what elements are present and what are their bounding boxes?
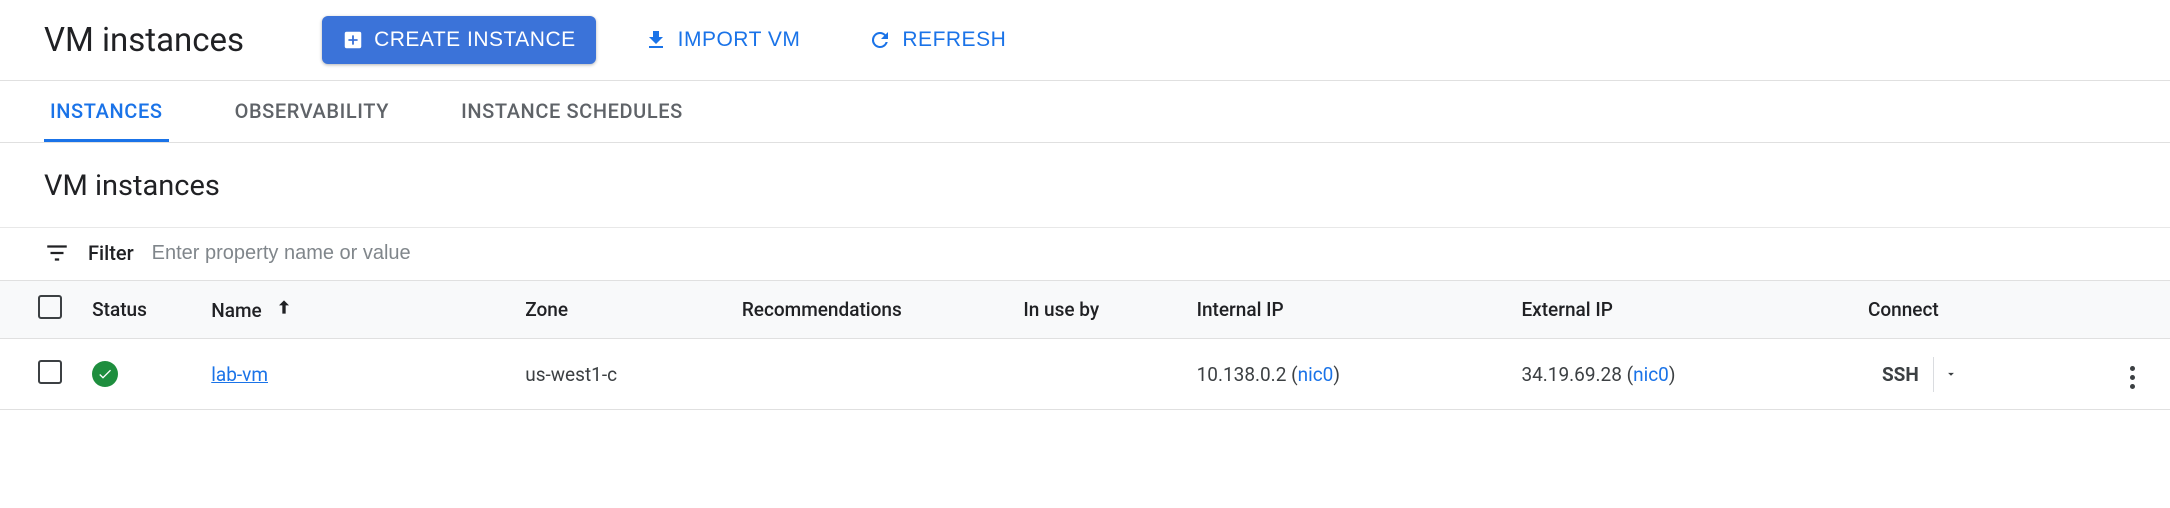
column-header-name[interactable]: Name	[199, 281, 513, 339]
import-icon	[644, 28, 668, 52]
refresh-button[interactable]: REFRESH	[848, 16, 1026, 64]
refresh-label: REFRESH	[902, 28, 1006, 52]
cell-internal-ip: 10.138.0.2 (nic0)	[1185, 339, 1510, 410]
select-all-checkbox[interactable]	[38, 295, 62, 319]
ssh-button[interactable]: SSH	[1868, 357, 1933, 392]
column-header-zone[interactable]: Zone	[513, 281, 730, 339]
column-header-external-ip[interactable]: External IP	[1509, 281, 1856, 339]
tab-instances[interactable]: INSTANCES	[44, 81, 169, 142]
page-title: VM instances	[44, 21, 244, 60]
cell-external-ip: 34.19.69.28 (nic0)	[1509, 339, 1856, 410]
status-running-icon	[92, 361, 118, 387]
section-title: VM instances	[0, 143, 2170, 227]
create-instance-button[interactable]: CREATE INSTANCE	[322, 16, 596, 64]
instance-name-link[interactable]: lab-vm	[211, 363, 268, 386]
import-vm-button[interactable]: IMPORT VM	[624, 16, 821, 64]
column-header-status[interactable]: Status	[80, 281, 199, 339]
table-row: lab-vm us-west1-c 10.138.0.2 (nic0) 34.1…	[0, 339, 2170, 410]
ssh-dropdown-button[interactable]	[1933, 357, 1968, 392]
tabs: INSTANCES OBSERVABILITY INSTANCE SCHEDUL…	[0, 81, 2170, 142]
cell-in-use-by	[1011, 339, 1184, 410]
cell-zone: us-west1-c	[513, 339, 730, 410]
sort-ascending-icon	[274, 297, 294, 322]
filter-label: Filter	[88, 241, 134, 265]
external-ip-value: 34.19.69.28	[1521, 363, 1621, 386]
cell-recommendations	[730, 339, 1012, 410]
internal-nic-link[interactable]: nic0	[1298, 363, 1334, 386]
caret-down-icon	[1944, 367, 1958, 381]
create-instance-label: CREATE INSTANCE	[374, 28, 576, 52]
internal-ip-value: 10.138.0.2	[1197, 363, 1287, 386]
column-header-recommendations[interactable]: Recommendations	[730, 281, 1012, 339]
column-header-in-use-by[interactable]: In use by	[1011, 281, 1184, 339]
row-checkbox[interactable]	[38, 360, 62, 384]
filter-icon[interactable]	[44, 240, 70, 266]
add-box-icon	[342, 29, 364, 51]
tab-instance-schedules[interactable]: INSTANCE SCHEDULES	[455, 81, 689, 142]
column-header-internal-ip[interactable]: Internal IP	[1185, 281, 1510, 339]
import-vm-label: IMPORT VM	[678, 28, 801, 52]
column-header-name-label: Name	[211, 299, 261, 322]
tab-observability[interactable]: OBSERVABILITY	[229, 81, 396, 142]
more-actions-button[interactable]	[2124, 360, 2141, 395]
column-header-connect[interactable]: Connect	[1856, 281, 2094, 339]
external-nic-link[interactable]: nic0	[1633, 363, 1669, 386]
refresh-icon	[868, 28, 892, 52]
filter-input[interactable]	[152, 242, 652, 265]
